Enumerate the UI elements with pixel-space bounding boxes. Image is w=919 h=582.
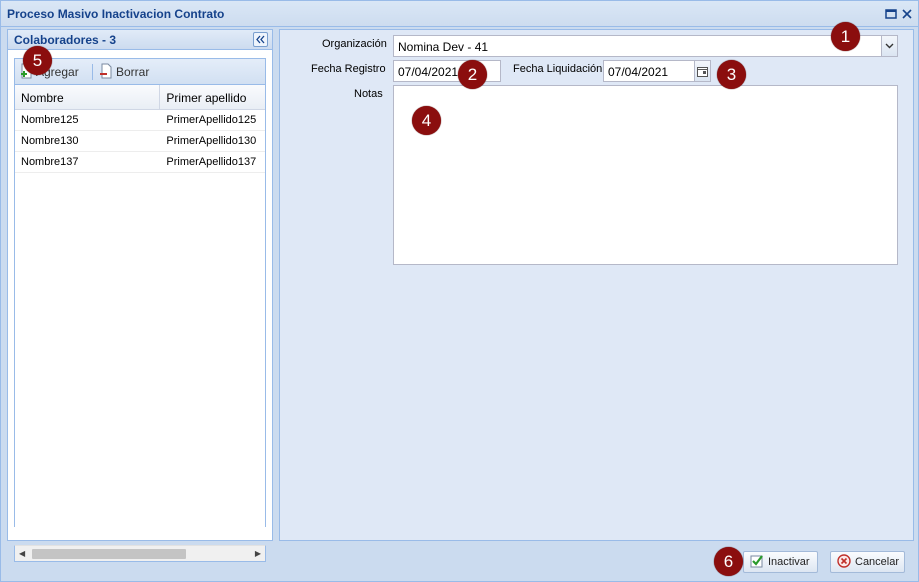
organizacion-combobox[interactable]: Nomina Dev - 41 (393, 35, 884, 57)
cell-primer-apellido: PrimerApellido130 (166, 135, 257, 147)
window-title: Proceso Masivo Inactivacion Contrato (7, 7, 225, 21)
cell-nombre: Nombre125 (21, 114, 79, 126)
notas-textarea[interactable] (393, 85, 898, 265)
callout-marker-1: 1 (831, 22, 860, 51)
callout-marker-2: 2 (458, 60, 487, 89)
window-titlebar: Proceso Masivo Inactivacion Contrato (1, 1, 918, 27)
horizontal-scrollbar[interactable]: ◀ ▶ (14, 545, 266, 562)
cell-primer-apellido: PrimerApellido137 (166, 156, 257, 168)
chevron-down-icon (882, 41, 897, 50)
table-row[interactable]: Nombre137 PrimerApellido137 (15, 152, 265, 173)
cancelar-label: Cancelar (855, 556, 900, 568)
table-row[interactable]: Nombre125 PrimerApellido125 (15, 110, 265, 131)
fecha-liquidacion-field[interactable]: 07/04/2021 (603, 60, 696, 82)
callout-marker-5: 5 (23, 46, 52, 75)
close-icon[interactable] (900, 7, 914, 21)
check-icon (750, 554, 764, 571)
column-header-nombre[interactable]: Nombre (15, 85, 161, 109)
organizacion-dropdown-trigger[interactable] (881, 35, 898, 57)
delete-icon (99, 63, 113, 82)
inactivar-label: Inactivar (768, 556, 810, 568)
callout-marker-3: 3 (717, 60, 746, 89)
cell-primer-apellido: PrimerApellido125 (166, 114, 257, 126)
delete-button[interactable]: Borrar (99, 63, 149, 81)
inactivation-window: Proceso Masivo Inactivacion Contrato Col… (0, 0, 919, 582)
calendar-icon (695, 66, 710, 77)
inactivar-button[interactable]: Inactivar (743, 551, 818, 573)
fecha-registro-label: Fecha Registro (311, 63, 386, 75)
organizacion-label: Organización (322, 38, 387, 50)
colaboradores-title: Colaboradores - 3 (14, 33, 117, 47)
cancel-icon (837, 553, 851, 571)
cell-nombre: Nombre130 (21, 135, 79, 147)
fecha-liquidacion-label: Fecha Liquidación (513, 63, 603, 75)
notas-label: Notas (354, 88, 383, 100)
scroll-left-icon[interactable]: ◀ (19, 549, 25, 558)
column-header-primer-apellido[interactable]: Primer apellido (160, 85, 265, 109)
cell-nombre: Nombre137 (21, 156, 79, 168)
grid-header: Nombre Primer apellido (15, 85, 265, 110)
callout-marker-4: 4 (412, 106, 441, 135)
scroll-thumb[interactable] (32, 549, 186, 559)
colaboradores-header: Colaboradores - 3 (8, 30, 272, 50)
date-picker-trigger[interactable] (694, 60, 711, 82)
delete-button-label: Borrar (116, 65, 150, 79)
table-row[interactable]: Nombre130 PrimerApellido130 (15, 131, 265, 152)
colaboradores-grid: Nombre Primer apellido Nombre125 PrimerA… (14, 85, 266, 527)
toolbar-separator (92, 64, 93, 80)
collapse-panel-icon[interactable] (253, 32, 268, 47)
colaboradores-panel: Colaboradores - 3 Agregar Borrar Nombre … (7, 29, 273, 562)
callout-marker-6: 6 (714, 547, 743, 576)
maximize-icon[interactable] (884, 7, 898, 21)
cancelar-button[interactable]: Cancelar (830, 551, 905, 573)
form-panel: Organización Nomina Dev - 41 Fecha Regis… (279, 29, 914, 541)
scroll-right-icon[interactable]: ▶ (255, 549, 261, 558)
